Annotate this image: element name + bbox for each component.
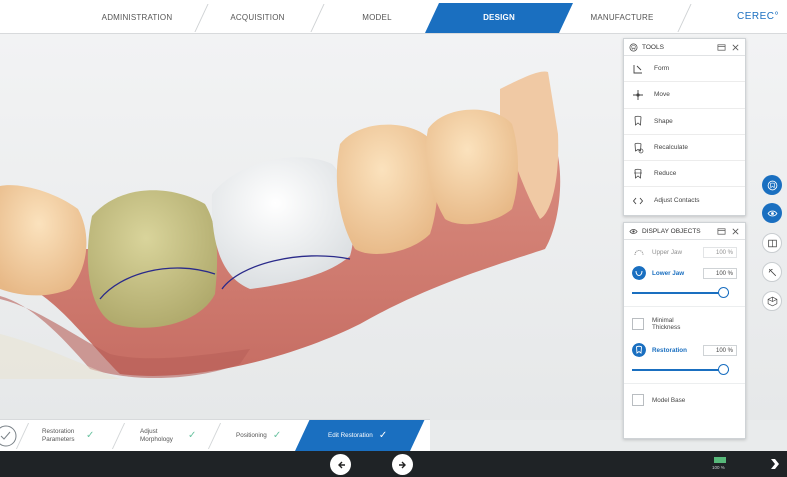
status-indicator-label: 100 % (712, 465, 725, 470)
tool-reduce-label: Reduce (654, 170, 677, 178)
upper-jaw-label: Upper Jaw (652, 248, 683, 256)
design-workflow-bar: Restoration Parameters ✓ Adjust Morpholo… (0, 419, 430, 452)
brand-logo: CEREC° (736, 11, 779, 22)
tool-form-label: Form (654, 65, 670, 73)
nav-step-design[interactable]: DESIGN (432, 0, 566, 34)
next-step-button[interactable] (392, 454, 413, 475)
workflow-step-label: Adjust Morphology (140, 428, 173, 443)
tool-recalculate[interactable]: Recalculate (624, 135, 745, 162)
model-view-button[interactable] (762, 291, 782, 311)
slider-track (632, 369, 729, 371)
restoration-opacity-input[interactable]: 100 % (703, 344, 737, 356)
nav-step-manufacture[interactable]: MANUFACTURE (558, 0, 686, 34)
restoration-label: Restoration (652, 346, 687, 354)
model-base-row[interactable]: Model Base (624, 390, 745, 410)
tools-panel-header: TOOLS (624, 39, 745, 56)
restoration-icon (632, 343, 646, 357)
display-objects-panel: DISPLAY OBJECTS Upper Jaw 100 % Lower Ja… (623, 222, 746, 439)
split-view-button[interactable] (762, 262, 782, 282)
close-icon[interactable] (731, 227, 740, 236)
minimal-thickness-label: Minimal Thickness (652, 317, 681, 331)
tool-reduce[interactable]: Reduce (624, 161, 745, 188)
workflow-step-label: Restoration Parameters (42, 428, 75, 443)
panel-toggle-icon[interactable] (717, 43, 726, 52)
tool-adjust-contacts-label: Adjust Contacts (654, 197, 700, 205)
workflow-step-edit-restoration[interactable]: Edit Restoration ✓ (328, 420, 418, 452)
lower-jaw-opacity-input[interactable]: 100 % (703, 267, 737, 279)
tool-form[interactable]: Form (624, 56, 745, 83)
display-panel-title: DISPLAY OBJECTS (642, 227, 701, 235)
arrow-right-icon (398, 461, 406, 468)
recalculate-icon (634, 142, 644, 153)
upper-jaw-opacity-input[interactable]: 100 % (703, 246, 737, 258)
tool-adjust-contacts[interactable]: Adjust Contacts (624, 187, 745, 213)
minimal-thickness-checkbox[interactable] (632, 318, 644, 330)
workflow-step-restoration-parameters[interactable]: Restoration Parameters ✓ (42, 420, 112, 452)
slider-handle[interactable] (718, 287, 729, 298)
adjust-contacts-icon (632, 197, 644, 204)
tool-recalculate-label: Recalculate (654, 144, 688, 152)
nav-step-acquisition[interactable]: ACQUISITION (190, 0, 325, 34)
status-indicator-icon (714, 457, 726, 463)
jaw-icon (767, 239, 777, 247)
upper-jaw-icon (634, 250, 644, 256)
eye-icon (629, 228, 638, 234)
nav-step-model[interactable]: MODEL (312, 0, 442, 34)
display-objects-toggle-button[interactable] (762, 203, 782, 223)
arrow-left-icon (337, 461, 345, 468)
app-menu-icon[interactable] (770, 458, 780, 470)
tools-panel: TOOLS Form Move Shape Recalculate Reduce… (623, 38, 746, 216)
tool-shape-label: Shape (654, 117, 673, 125)
tool-shape[interactable]: Shape (624, 109, 745, 135)
check-icon: ✓ (86, 430, 95, 441)
divider (624, 383, 745, 384)
lower-jaw-label: Lower Jaw (652, 269, 685, 277)
lower-jaw-icon (632, 266, 646, 280)
shape-icon (634, 116, 642, 127)
workflow-divider (111, 423, 126, 449)
lower-jaw-row[interactable]: Lower Jaw 100 % (624, 262, 745, 284)
divider (624, 306, 745, 307)
tooth-icon (629, 43, 638, 51)
check-icon: ✓ (272, 430, 282, 441)
move-icon (633, 89, 643, 100)
restoration-opacity-slider[interactable] (632, 361, 737, 379)
upper-jaw-row[interactable]: Upper Jaw 100 % (624, 242, 745, 262)
jaw-view-button[interactable] (762, 233, 782, 253)
eye-icon (767, 210, 777, 216)
check-icon: ✓ (188, 430, 197, 441)
slider-handle[interactable] (718, 364, 729, 375)
restoration-row[interactable]: Restoration 100 % (624, 339, 745, 361)
split-icon (768, 268, 776, 276)
tools-toggle-button[interactable] (762, 175, 782, 195)
tool-move[interactable]: Move (624, 82, 745, 109)
minimal-thickness-row[interactable]: Minimal Thickness (624, 313, 745, 335)
workflow-step-label: Edit Restoration (328, 432, 373, 439)
model-base-checkbox[interactable] (632, 394, 644, 406)
reduce-icon (634, 168, 642, 179)
panel-toggle-icon[interactable] (717, 227, 726, 236)
previous-step-button[interactable] (330, 454, 351, 475)
slider-track (632, 292, 729, 294)
close-icon[interactable] (731, 43, 740, 52)
tool-move-label: Move (654, 91, 670, 99)
tooth-icon (767, 180, 777, 190)
lower-jaw-opacity-slider[interactable] (632, 284, 737, 302)
tools-panel-title: TOOLS (642, 43, 664, 51)
workflow-step-label: Positioning (236, 432, 267, 439)
workflow-start-icon[interactable] (0, 424, 18, 448)
model-base-label: Model Base (652, 396, 686, 404)
display-panel-header: DISPLAY OBJECTS (624, 223, 745, 240)
top-navigation: ADMINISTRATION ACQUISITION MODEL DESIGN … (0, 0, 787, 34)
check-icon: ✓ (378, 430, 388, 441)
form-icon (633, 64, 642, 74)
workflow-step-positioning[interactable]: Positioning ✓ (236, 420, 306, 452)
cube-icon (767, 296, 777, 306)
